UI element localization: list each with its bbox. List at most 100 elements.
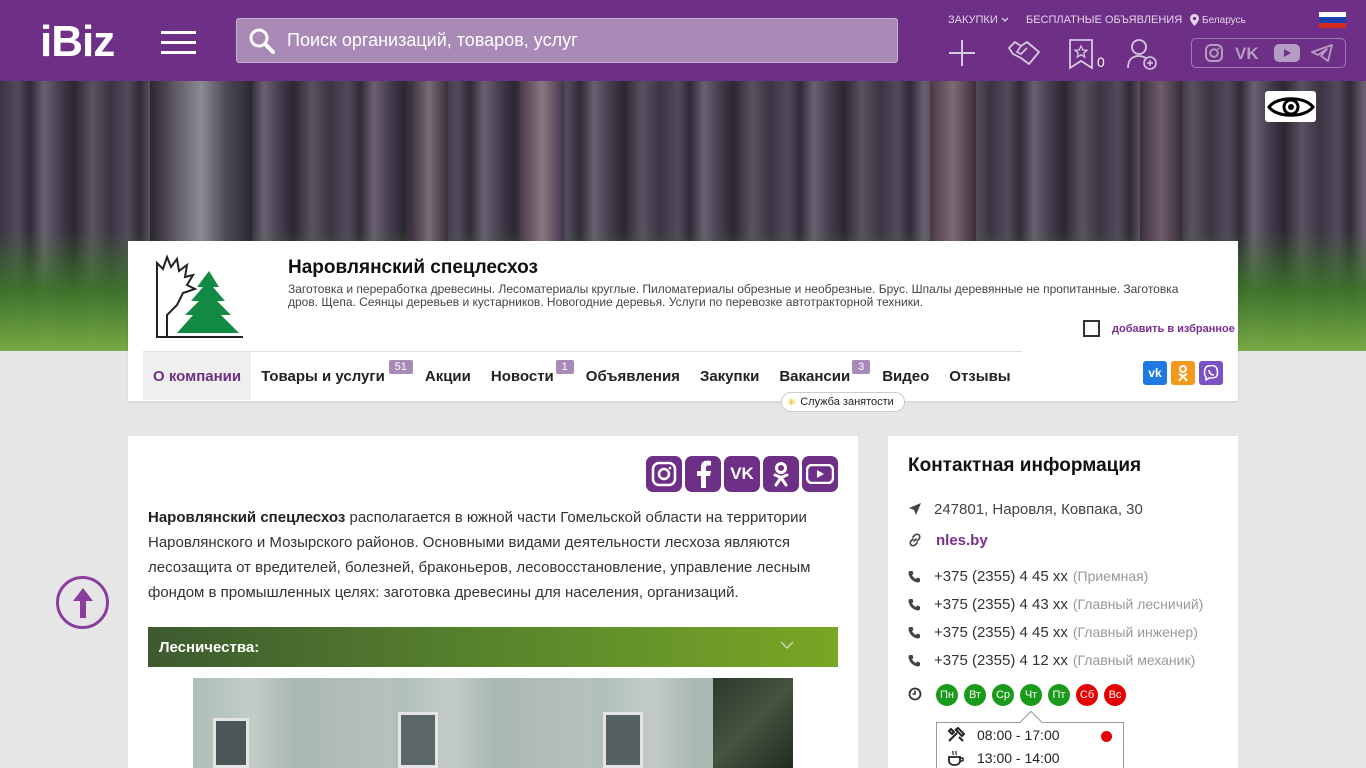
phone-number: +375 (2355) 4 45 xx [934, 567, 1068, 585]
day-tue[interactable]: Вт [964, 684, 986, 706]
tab-reviews[interactable]: Отзывы [939, 352, 1020, 400]
link-icon [909, 533, 921, 547]
chevron-down-icon [1001, 17, 1009, 22]
day-fri[interactable]: Пт [1048, 684, 1070, 706]
share-viber-icon[interactable] [1199, 361, 1223, 385]
vk-icon[interactable]: VK [1235, 44, 1263, 62]
contact-address: 247801, Наровля, Ковпака, 30 [908, 498, 1143, 520]
search-icon[interactable] [237, 19, 287, 62]
tab-badge: 3 [852, 360, 871, 374]
day-mon[interactable]: Пн [936, 684, 958, 706]
contact-phone[interactable]: +375 (2355) 4 45 xx (Главный инженер) [908, 621, 1198, 643]
phone-number: +375 (2355) 4 45 xx [934, 623, 1068, 641]
search-bar[interactable] [236, 18, 898, 63]
tab-products[interactable]: Товары и услуги 51 [251, 352, 415, 400]
accessibility-eye-icon[interactable] [1265, 91, 1316, 122]
lunch-hours-text: 13:00 - 14:00 [977, 749, 1060, 766]
sparkle-icon: ✳ [787, 396, 797, 409]
employment-service-label: Служба занятости [800, 396, 894, 408]
website-link[interactable]: nles.by [936, 532, 988, 549]
arrow-up-icon [72, 587, 93, 618]
site-logo[interactable]: iBiz [40, 20, 115, 64]
region-label: Беларусь [1202, 14, 1246, 26]
day-sat[interactable]: Сб [1076, 684, 1098, 706]
tab-label: О компании [153, 367, 242, 385]
vk-icon[interactable]: VK [724, 456, 760, 492]
instagram-icon[interactable] [1204, 43, 1224, 63]
favorite-checkbox[interactable] [1083, 320, 1100, 337]
menu-icon[interactable] [161, 31, 196, 54]
instagram-icon[interactable] [646, 456, 682, 492]
phone-note: (Главный лесничий) [1072, 596, 1204, 612]
tab-badge: 1 [555, 360, 574, 374]
navigation-arrow-icon [909, 503, 921, 515]
company-description: Заготовка и переработка древесины. Лесом… [288, 282, 1179, 309]
phone-icon [908, 598, 920, 610]
tab-label: Акции [424, 367, 471, 385]
tab-purchases[interactable]: Закупки [690, 352, 769, 400]
handshake-icon[interactable] [1007, 38, 1041, 68]
contact-title: Контактная информация [908, 455, 1142, 476]
phone-number: +375 (2355) 4 43 xx [934, 595, 1068, 613]
lunch-hours-row: 13:00 - 14:00 [937, 746, 1123, 768]
forestries-accordion[interactable]: Лесничества: [148, 627, 838, 667]
search-input[interactable] [287, 30, 897, 51]
phone-icon [908, 570, 920, 582]
odnoklassniki-icon[interactable] [763, 456, 799, 492]
tab-label: Товары и услуги [261, 367, 385, 385]
add-to-favorites[interactable]: добавить в избранное [1083, 320, 1235, 337]
coffee-cup-icon [948, 750, 964, 766]
tools-icon [947, 726, 965, 742]
work-hours-popup: 08:00 - 17:00 13:00 - 14:00 [936, 710, 1124, 768]
youtube-icon[interactable] [802, 456, 838, 492]
forestry-building-photo [193, 678, 793, 768]
location-pin-icon [1190, 14, 1199, 26]
tab-promotions[interactable]: Акции [415, 352, 481, 400]
nav-region[interactable]: Беларусь [1190, 14, 1246, 26]
chevron-down-icon [780, 641, 794, 650]
day-wed[interactable]: Ср [992, 684, 1014, 706]
telegram-icon[interactable] [1311, 44, 1334, 62]
contact-phone[interactable]: +375 (2355) 4 12 xx (Главный механик) [908, 649, 1195, 671]
youtube-icon[interactable] [1274, 44, 1301, 62]
add-user-icon[interactable] [1127, 38, 1157, 70]
svg-text:VK: VK [1235, 44, 1259, 62]
favorites-count: 0 [1097, 54, 1105, 70]
tab-news[interactable]: Новости 1 [481, 352, 576, 400]
favorites-star-icon[interactable] [1068, 38, 1094, 70]
work-hours-text: 08:00 - 17:00 [977, 726, 1060, 743]
tab-about[interactable]: О компании [143, 352, 252, 400]
contact-phone[interactable]: +375 (2355) 4 45 xx (Приемная) [908, 565, 1148, 587]
tab-label: Вакансии [779, 367, 851, 385]
header-social-links: VK [1191, 38, 1346, 68]
tab-label: Объявления [585, 367, 680, 385]
share-ok-icon[interactable] [1171, 361, 1195, 385]
day-sun[interactable]: Вс [1104, 684, 1126, 706]
day-thu[interactable]: Чт [1020, 684, 1042, 706]
phone-note: (Приемная) [1072, 568, 1149, 584]
flag-ru-icon[interactable] [1319, 12, 1346, 28]
phone-icon [908, 654, 920, 666]
facebook-icon[interactable] [685, 456, 721, 492]
about-text: Наровлянский спецлесхоз располагается в … [148, 505, 838, 605]
tab-badge: 51 [388, 360, 413, 374]
company-logo [156, 254, 243, 338]
work-days: Пн Вт Ср Чт Пт Сб Вс [936, 684, 1126, 706]
tab-label: Закупки [699, 367, 760, 385]
employment-service-link[interactable]: ✳ Служба занятости [781, 392, 905, 412]
address-text: 247801, Наровля, Ковпака, 30 [934, 500, 1143, 518]
contact-website: nles.by [908, 529, 988, 551]
nav-free-ads[interactable]: БЕСПЛАТНЫЕ ОБЪЯВЛЕНИЯ [1026, 14, 1182, 26]
tab-label: Видео [882, 367, 930, 385]
phone-number: +375 (2355) 4 12 xx [934, 651, 1068, 669]
share-vk-icon[interactable]: vk [1143, 361, 1167, 385]
company-name: Наровлянский спецлесхоз [288, 257, 538, 278]
contact-phone[interactable]: +375 (2355) 4 43 xx (Главный лесничий) [908, 593, 1203, 615]
phone-note: (Главный механик) [1072, 652, 1196, 668]
tab-label: Новости [490, 367, 554, 385]
nav-purchases[interactable]: ЗАКУПКИ [948, 14, 1009, 26]
phone-icon [908, 626, 920, 638]
plus-icon[interactable] [947, 38, 977, 68]
scroll-up-button[interactable] [56, 576, 109, 629]
tab-ads[interactable]: Объявления [576, 352, 690, 400]
